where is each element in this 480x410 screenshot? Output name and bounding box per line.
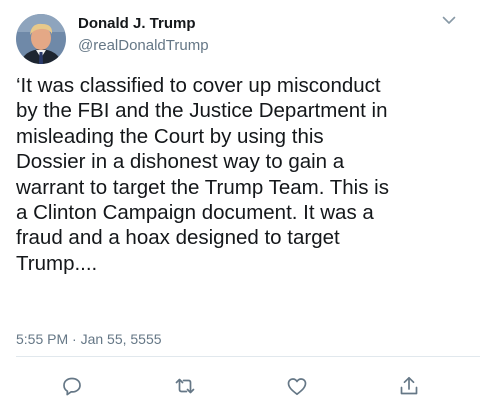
heart-icon: [287, 378, 307, 396]
reply-button[interactable]: [60, 374, 84, 398]
chevron-down-icon: [442, 16, 456, 24]
speech-bubble-icon: [63, 377, 81, 396]
tweet-card: Donald J. Trump @realDonaldTrump ‘It was…: [0, 0, 480, 410]
retweet-button[interactable]: [173, 374, 197, 398]
author-handle[interactable]: @realDonaldTrump: [78, 37, 209, 54]
avatar[interactable]: [16, 14, 66, 64]
tweet-text: ‘It was classified to cover up misconduc…: [16, 74, 389, 275]
more-options-button[interactable]: [436, 12, 462, 34]
divider: [16, 356, 480, 357]
upload-arrow-icon: [400, 376, 418, 395]
retweet-arrows-icon: [175, 378, 195, 394]
tweet-timestamp[interactable]: 5:55 PM · Jan 55, 5555: [16, 331, 162, 347]
like-button[interactable]: [285, 374, 309, 398]
share-button[interactable]: [397, 374, 421, 398]
profile-photo-icon: [16, 14, 66, 64]
author-display-name[interactable]: Donald J. Trump: [78, 15, 196, 32]
